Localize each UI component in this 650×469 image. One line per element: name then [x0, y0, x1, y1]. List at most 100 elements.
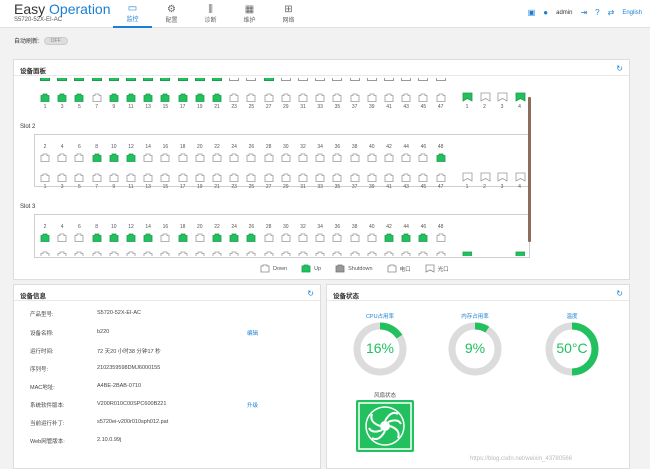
- sfp-port[interactable]: [462, 251, 472, 256]
- ethernet-port[interactable]: [195, 153, 205, 162]
- ethernet-port[interactable]: [178, 93, 188, 102]
- ethernet-port[interactable]: [418, 233, 428, 242]
- ethernet-port[interactable]: [126, 93, 136, 102]
- ethernet-port[interactable]: [367, 173, 377, 182]
- ethernet-port[interactable]: [384, 78, 394, 82]
- refresh-icon[interactable]: ↻: [307, 289, 314, 298]
- ethernet-port[interactable]: [92, 233, 102, 242]
- ethernet-port[interactable]: [349, 78, 360, 82]
- ethernet-port[interactable]: [143, 173, 153, 182]
- ethernet-port[interactable]: [436, 93, 446, 102]
- ethernet-port[interactable]: [384, 153, 394, 162]
- ethernet-port[interactable]: [160, 93, 170, 102]
- ethernet-port[interactable]: [74, 173, 84, 182]
- ethernet-port[interactable]: [366, 78, 377, 82]
- ethernet-port[interactable]: [367, 251, 377, 256]
- ethernet-port[interactable]: [178, 173, 188, 182]
- ethernet-port[interactable]: [109, 93, 119, 102]
- ethernet-port[interactable]: [281, 233, 291, 242]
- nav-monitor[interactable]: ▭ 监控: [113, 0, 152, 28]
- ethernet-port[interactable]: [160, 78, 171, 82]
- ethernet-port[interactable]: [92, 173, 102, 182]
- ethernet-port[interactable]: [40, 173, 50, 182]
- ethernet-port[interactable]: [246, 251, 256, 256]
- ethernet-port[interactable]: [418, 251, 428, 256]
- ethernet-port[interactable]: [229, 251, 239, 256]
- ethernet-port[interactable]: [160, 233, 170, 242]
- sfp-port[interactable]: [462, 92, 473, 102]
- ethernet-port[interactable]: [246, 173, 256, 182]
- ethernet-port[interactable]: [74, 153, 84, 162]
- ethernet-port[interactable]: [436, 153, 446, 162]
- ethernet-port[interactable]: [281, 173, 291, 182]
- ethernet-port[interactable]: [160, 173, 170, 182]
- nav-network[interactable]: ⊞ 网络: [269, 0, 308, 28]
- ethernet-port[interactable]: [143, 153, 153, 162]
- ethernet-port[interactable]: [401, 78, 412, 82]
- ethernet-port[interactable]: [263, 78, 274, 82]
- sfp-port[interactable]: [480, 92, 490, 102]
- ethernet-port[interactable]: [57, 251, 67, 256]
- ethernet-port[interactable]: [264, 173, 274, 182]
- ethernet-port[interactable]: [298, 173, 308, 182]
- ethernet-port[interactable]: [298, 153, 308, 162]
- ethernet-port[interactable]: [246, 78, 257, 82]
- ethernet-port[interactable]: [384, 93, 394, 102]
- ethernet-port[interactable]: [74, 78, 85, 82]
- ethernet-port[interactable]: [315, 173, 325, 182]
- ethernet-port[interactable]: [40, 251, 50, 256]
- ethernet-port[interactable]: [229, 233, 239, 242]
- ethernet-port[interactable]: [160, 153, 170, 162]
- ethernet-port[interactable]: [143, 233, 153, 242]
- device-scrollbar[interactable]: [528, 97, 531, 242]
- ethernet-port[interactable]: [436, 233, 446, 242]
- ethernet-port[interactable]: [178, 153, 188, 162]
- ethernet-port[interactable]: [229, 78, 240, 82]
- sfp-port[interactable]: [462, 172, 473, 182]
- ethernet-port[interactable]: [40, 93, 50, 102]
- ethernet-port[interactable]: [246, 233, 256, 242]
- ethernet-port[interactable]: [384, 173, 394, 182]
- ethernet-port[interactable]: [229, 153, 239, 162]
- switch-icon[interactable]: ⇄: [608, 8, 615, 17]
- ethernet-port[interactable]: [298, 251, 308, 256]
- ethernet-port[interactable]: [178, 233, 188, 242]
- ethernet-port[interactable]: [92, 93, 102, 102]
- ethernet-port[interactable]: [298, 93, 308, 102]
- ethernet-port[interactable]: [212, 78, 222, 82]
- edit-link[interactable]: 编辑: [247, 329, 258, 337]
- ethernet-port[interactable]: [350, 251, 360, 256]
- ethernet-port[interactable]: [74, 93, 84, 102]
- ethernet-port[interactable]: [315, 78, 326, 82]
- ethernet-port[interactable]: [92, 153, 102, 162]
- ethernet-port[interactable]: [401, 251, 411, 256]
- ethernet-port[interactable]: [109, 233, 119, 242]
- ethernet-port[interactable]: [418, 173, 428, 182]
- ethernet-port[interactable]: [367, 93, 377, 102]
- ethernet-port[interactable]: [281, 153, 291, 162]
- sfp-port[interactable]: [515, 172, 525, 182]
- ethernet-port[interactable]: [280, 78, 291, 82]
- ethernet-port[interactable]: [418, 153, 428, 162]
- ethernet-port[interactable]: [57, 173, 67, 182]
- ethernet-port[interactable]: [350, 233, 360, 242]
- ethernet-port[interactable]: [126, 173, 136, 182]
- sfp-port[interactable]: [497, 172, 508, 182]
- ethernet-port[interactable]: [160, 251, 170, 256]
- ethernet-port[interactable]: [281, 251, 291, 256]
- ethernet-port[interactable]: [384, 233, 394, 242]
- ethernet-port[interactable]: [57, 233, 67, 242]
- ethernet-port[interactable]: [332, 78, 343, 82]
- ethernet-port[interactable]: [126, 233, 136, 242]
- ethernet-port[interactable]: [384, 251, 394, 256]
- ethernet-port[interactable]: [401, 173, 411, 182]
- nav-config[interactable]: ⚙ 配置: [152, 0, 191, 28]
- ethernet-port[interactable]: [332, 251, 342, 256]
- ethernet-port[interactable]: [195, 251, 205, 256]
- ethernet-port[interactable]: [212, 233, 222, 242]
- ethernet-port[interactable]: [246, 93, 256, 102]
- ethernet-port[interactable]: [74, 233, 84, 242]
- refresh-icon[interactable]: ↻: [616, 289, 623, 298]
- ethernet-port[interactable]: [350, 93, 360, 102]
- ethernet-port[interactable]: [418, 78, 429, 82]
